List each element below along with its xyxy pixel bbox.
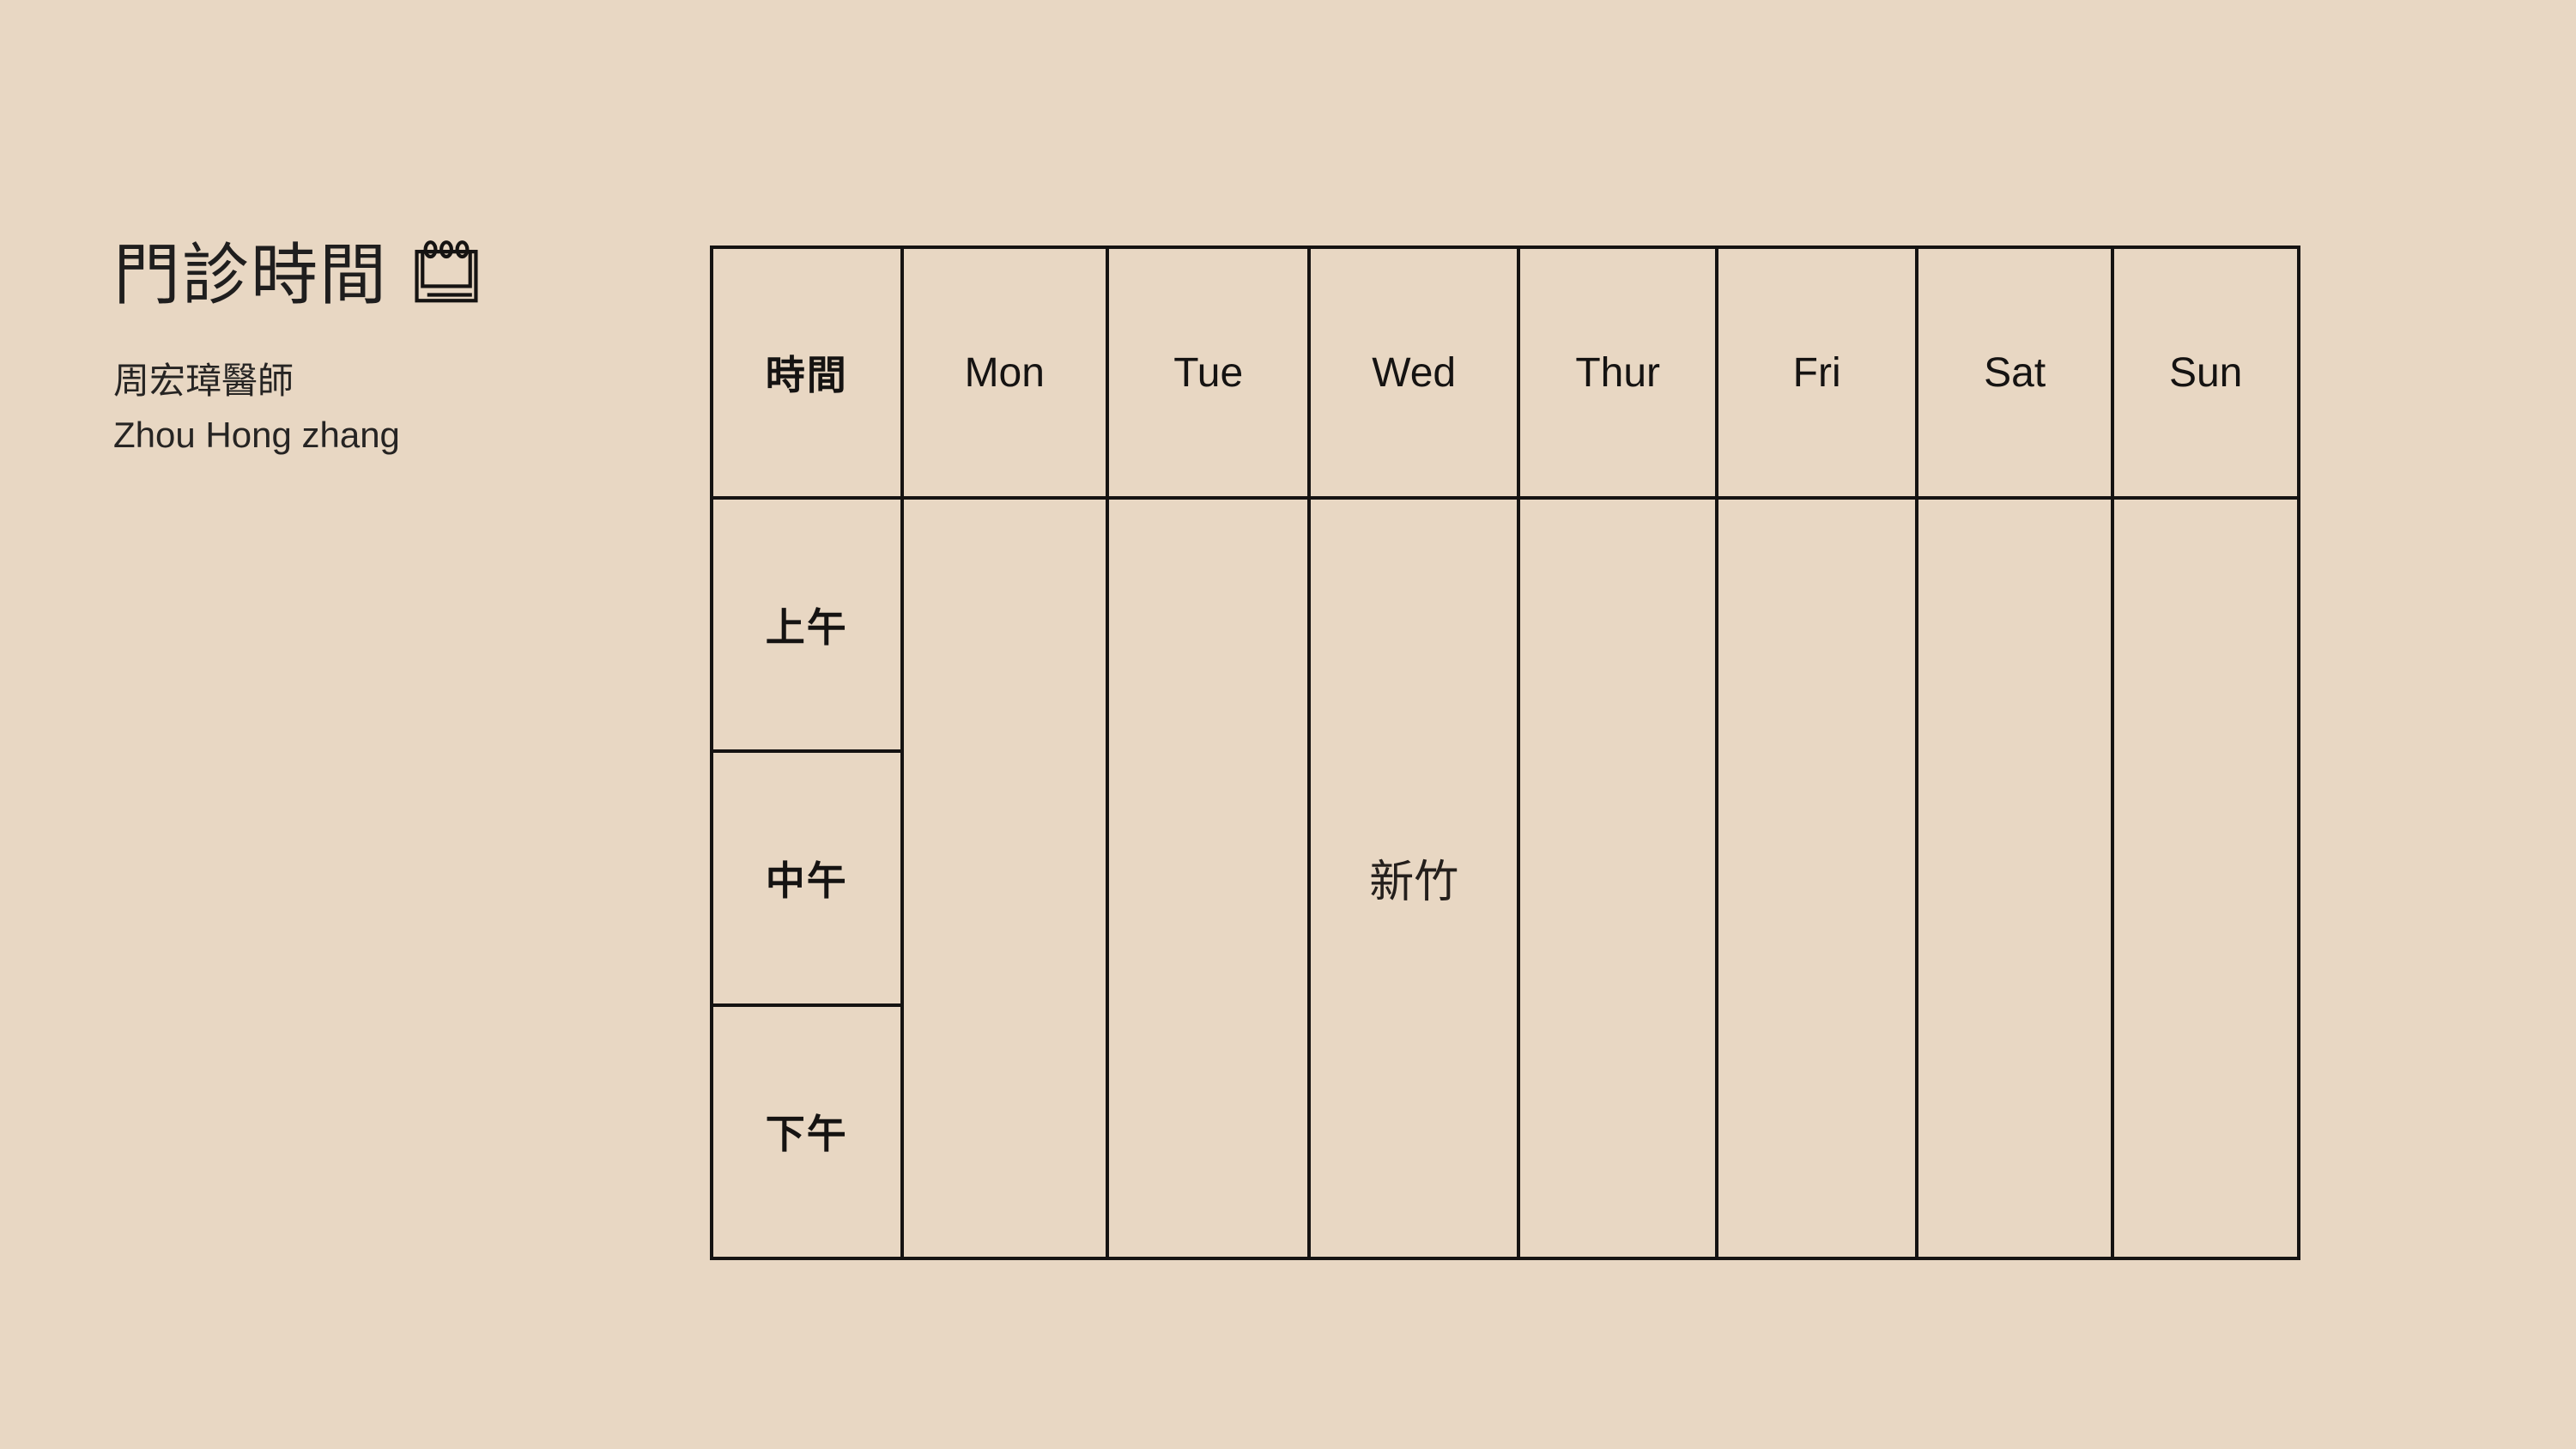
day-column-tue [1109, 500, 1312, 1257]
schedule-cell-fri-afternoon[interactable] [1718, 1004, 1914, 1257]
column-header-mon: Mon [904, 249, 1109, 496]
schedule-body: 上午 中午下午 新竹 [713, 500, 2297, 1257]
schedule-cell-tue-afternoon[interactable] [1109, 1004, 1307, 1257]
time-label-column: 上午 中午 下午 [713, 500, 904, 1257]
schedule-cell-sat-morning[interactable] [1918, 500, 2112, 752]
schedule-cell-fri-morning[interactable] [1718, 500, 1914, 752]
day-column-sun [2114, 500, 2297, 1257]
schedule-cell-sun-noon[interactable] [2114, 752, 2297, 1004]
schedule-cell-tue-noon[interactable] [1109, 752, 1307, 1004]
notepad-calendar-icon [415, 240, 478, 303]
column-header-thur: Thur [1520, 249, 1719, 496]
page-title: 門診時間 [113, 237, 389, 312]
schedule-header-row: 時間 Mon Tue Wed Thur Fri Sat Sun [713, 249, 2297, 500]
clinic-hours-header: 門診時間 周宏璋醫師 Zhou Hong zhang [113, 230, 663, 458]
time-row-label-morning: 上午 [713, 500, 900, 754]
schedule-cell-mon-noon[interactable] [904, 752, 1106, 1004]
time-row-label-afternoon: 下午 [765, 1112, 848, 1157]
schedule-cell-thur-afternoon[interactable] [1520, 1004, 1715, 1257]
day-column-wed: 新竹 [1311, 500, 1520, 1257]
column-header-sat: Sat [1918, 249, 2115, 496]
column-header-time: 時間 [713, 249, 904, 496]
schedule-cell-thur-morning[interactable] [1520, 500, 1715, 752]
page-title-row: 門診時間 [113, 230, 663, 319]
column-header-tue: Tue [1109, 249, 1312, 496]
schedule-cell-sun-morning[interactable] [2114, 500, 2297, 752]
day-column-mon [904, 500, 1109, 1257]
schedule-cell-wed-morning[interactable] [1311, 500, 1516, 752]
clinic-schedule-table: 時間 Mon Tue Wed Thur Fri Sat Sun 上午 中午下午 新竹 [710, 246, 2300, 1260]
schedule-cell-mon-morning[interactable] [904, 500, 1106, 752]
schedule-cell-sat-noon[interactable] [1918, 752, 2112, 1004]
doctor-name-romanized: Zhou Hong zhang [113, 414, 400, 455]
schedule-cell-fri-noon[interactable] [1718, 752, 1914, 1004]
column-header-wed: Wed [1311, 249, 1520, 496]
column-header-sun: Sun [2168, 349, 2243, 396]
day-column-sat [1918, 500, 2115, 1257]
schedule-cell-wed-afternoon[interactable] [1311, 1004, 1516, 1257]
column-header-fri: Fri [1718, 249, 1918, 496]
schedule-cell-tue-morning[interactable] [1109, 500, 1307, 752]
time-row-label-noon: 中午 [713, 753, 900, 1007]
schedule-cell-wed-noon[interactable]: 新竹 [1311, 752, 1516, 1004]
day-column-thur [1520, 500, 1719, 1257]
schedule-cell-thur-noon[interactable] [1520, 752, 1715, 1004]
schedule-cell-mon-afternoon[interactable] [904, 1004, 1106, 1257]
doctor-name-chinese: 周宏璋醫師 [113, 361, 294, 401]
day-column-fri [1718, 500, 1918, 1257]
schedule-cell-sun-afternoon[interactable] [2114, 1004, 2297, 1257]
schedule-cell-sat-afternoon[interactable] [1918, 1004, 2112, 1257]
